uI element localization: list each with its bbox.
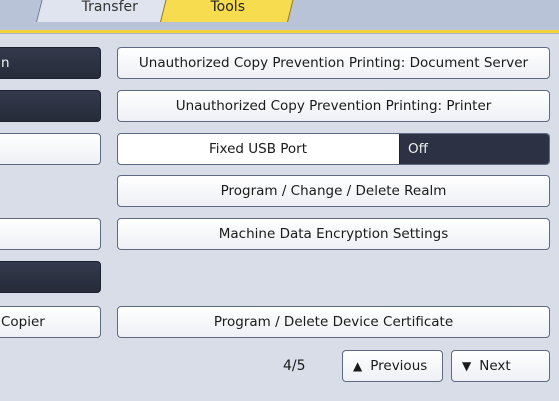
down-triangle-icon: ▼ (462, 359, 472, 373)
left-setting-button-1[interactable]: n (0, 47, 101, 79)
left-setting-button-5[interactable] (0, 261, 101, 293)
copy-prevention-printer-button[interactable]: Unauthorized Copy Prevention Printing: P… (117, 90, 550, 122)
copy-prevention-document-server-button[interactable]: Unauthorized Copy Prevention Printing: D… (117, 47, 550, 79)
left-setting-button-4[interactable] (0, 218, 101, 250)
program-delete-device-certificate-button[interactable]: Program / Delete Device Certificate (117, 306, 550, 338)
tab-label: Tools (210, 0, 246, 15)
up-triangle-icon: ▲ (353, 359, 363, 373)
machine-data-encryption-button[interactable]: Machine Data Encryption Settings (117, 218, 550, 250)
fixed-usb-port-label: Fixed USB Port (208, 141, 308, 157)
previous-button[interactable]: ▲ Previous (342, 350, 443, 382)
tab-bar: Transfer Tools (0, 0, 559, 33)
next-button[interactable]: ▼ Next (451, 350, 550, 382)
left-setting-button-2[interactable] (0, 90, 101, 122)
page-indicator: 4/5 (283, 358, 306, 374)
fixed-usb-port-setting[interactable]: Fixed USB Port Off (117, 133, 550, 165)
settings-panel (0, 33, 559, 401)
left-setting-button-copier[interactable]: Copier (0, 306, 101, 338)
program-change-delete-realm-button[interactable]: Program / Change / Delete Realm (117, 175, 550, 207)
previous-label: Previous (370, 358, 428, 374)
tab-label: Transfer (81, 0, 138, 15)
fixed-usb-port-value[interactable]: Off (399, 134, 549, 164)
left-setting-button-3[interactable] (0, 133, 101, 165)
tab-tools[interactable]: Tools (160, 0, 296, 22)
next-label: Next (479, 358, 511, 374)
